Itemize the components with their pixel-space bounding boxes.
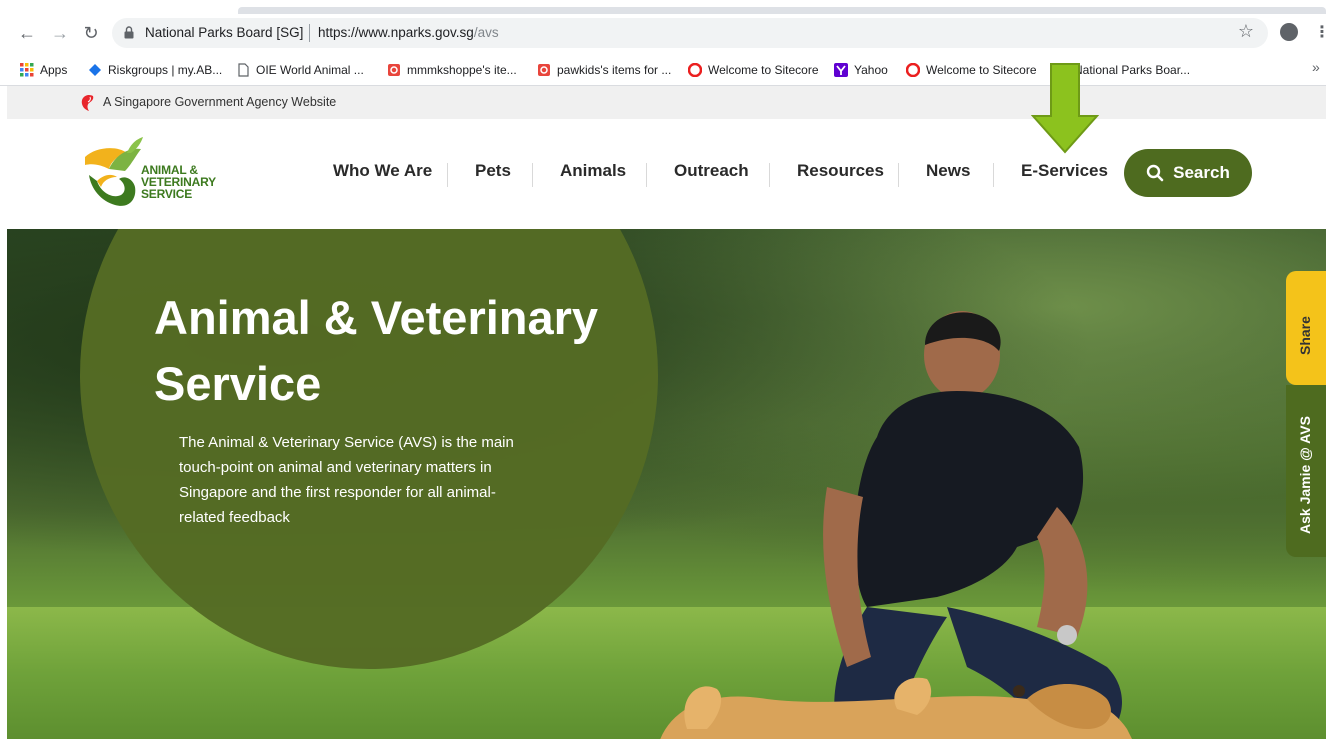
search-icon: [1146, 164, 1164, 182]
nav-divider: [898, 163, 899, 187]
nav-e-services[interactable]: E-Services: [1021, 161, 1108, 181]
nav-divider: [447, 163, 448, 187]
tab-strip: [238, 0, 1326, 14]
government-agency-text: A Singapore Government Agency Website: [103, 95, 337, 109]
search-button[interactable]: Search: [1124, 149, 1252, 197]
bookmark-oie[interactable]: OIE World Animal ...: [236, 61, 364, 79]
page-icon: [238, 63, 249, 77]
browser-menu-icon[interactable]: ⋮: [1314, 22, 1326, 42]
bookmark-label: Apps: [40, 63, 68, 77]
nav-resources[interactable]: Resources: [797, 161, 884, 181]
bookmark-label: Welcome to Sitecore: [926, 63, 1037, 77]
shop-icon: [388, 64, 400, 76]
search-button-label: Search: [1173, 163, 1230, 182]
bookmark-label: mmmkshoppe's ite...: [407, 63, 517, 77]
bookmark-label: pawkids's items for ...: [557, 63, 672, 77]
url-path: /avs: [473, 25, 499, 40]
government-masthead: A Singapore Government Agency Website: [7, 86, 1326, 119]
hero-banner: Animal & Veterinary Service The Animal &…: [7, 229, 1326, 739]
bookmark-label: Yahoo: [854, 63, 888, 77]
tab-strip-edge: [238, 7, 1326, 14]
url-host: https://www.nparks.gov.sg: [318, 25, 474, 40]
shop-icon: [538, 64, 550, 76]
nav-news[interactable]: News: [926, 161, 970, 181]
down-arrow-annotation-icon: [1031, 63, 1099, 154]
singapore-lion-icon: [81, 95, 94, 111]
bookmark-star-icon[interactable]: ☆: [1238, 21, 1254, 42]
bookmarks-bar: Apps Riskgroups | my.AB... OIE World Ani…: [0, 52, 1326, 86]
site-header: ANIMAL & VETERINARY SERVICE Who We Are P…: [7, 119, 1326, 229]
nav-outreach[interactable]: Outreach: [674, 161, 749, 181]
bookmark-pawkids[interactable]: pawkids's items for ...: [537, 61, 671, 79]
nav-who-we-are[interactable]: Who We Are: [333, 161, 432, 181]
bookmark-sitecore-2[interactable]: Welcome to Sitecore: [906, 61, 1037, 79]
site-identity: National Parks Board [SG]: [145, 25, 304, 40]
url-text: https://www.nparks.gov.sg/avs: [318, 25, 499, 40]
hero-title: Animal & Veterinary Service: [154, 291, 599, 410]
bookmark-label: OIE World Animal ...: [256, 63, 364, 77]
forward-arrow-icon[interactable]: →: [49, 22, 71, 44]
profile-avatar-icon[interactable]: [1280, 23, 1298, 41]
hero-description: The Animal & Veterinary Service (AVS) is…: [179, 434, 514, 526]
back-arrow-icon[interactable]: ←: [16, 22, 38, 44]
golden-retriever-photo: [660, 677, 1132, 739]
apps-grid-icon: [20, 63, 34, 77]
nav-divider: [646, 163, 647, 187]
bookmark-label: Welcome to Sitecore: [708, 63, 819, 77]
bookmark-mmmkshoppe[interactable]: mmmkshoppe's ite...: [387, 61, 517, 79]
avs-logo-text: ANIMAL & VETERINARY SERVICE: [141, 164, 216, 200]
lock-icon[interactable]: [124, 26, 134, 39]
address-bar[interactable]: National Parks Board [SG] https://www.np…: [112, 18, 1268, 48]
reload-icon[interactable]: ↻: [80, 22, 102, 44]
ask-jamie-tab-label: Ask Jamie @ AVS: [1297, 416, 1313, 534]
bookmark-riskgroups[interactable]: Riskgroups | my.AB...: [88, 61, 222, 79]
address-separator: [309, 24, 310, 42]
nav-pets[interactable]: Pets: [475, 161, 511, 181]
sitecore-icon: [906, 63, 920, 77]
bookmark-apps[interactable]: Apps: [20, 61, 67, 79]
more-bookmarks-icon[interactable]: »: [1312, 59, 1320, 75]
riskgroups-icon: [89, 64, 101, 76]
logo-line: SERVICE: [141, 187, 193, 201]
bookmark-sitecore-1[interactable]: Welcome to Sitecore: [688, 61, 819, 79]
nav-divider: [532, 163, 533, 187]
bookmark-label: Riskgroups | my.AB...: [108, 63, 223, 77]
nav-animals[interactable]: Animals: [560, 161, 626, 181]
bookmark-yahoo[interactable]: Yahoo: [834, 61, 888, 79]
yahoo-icon: [834, 63, 848, 77]
nav-divider: [769, 163, 770, 187]
browser-toolbar: ← → ↻ National Parks Board [SG] https://…: [0, 14, 1326, 52]
share-tab-label: Share: [1297, 316, 1313, 355]
sitecore-icon: [688, 63, 702, 77]
nav-divider: [993, 163, 994, 187]
